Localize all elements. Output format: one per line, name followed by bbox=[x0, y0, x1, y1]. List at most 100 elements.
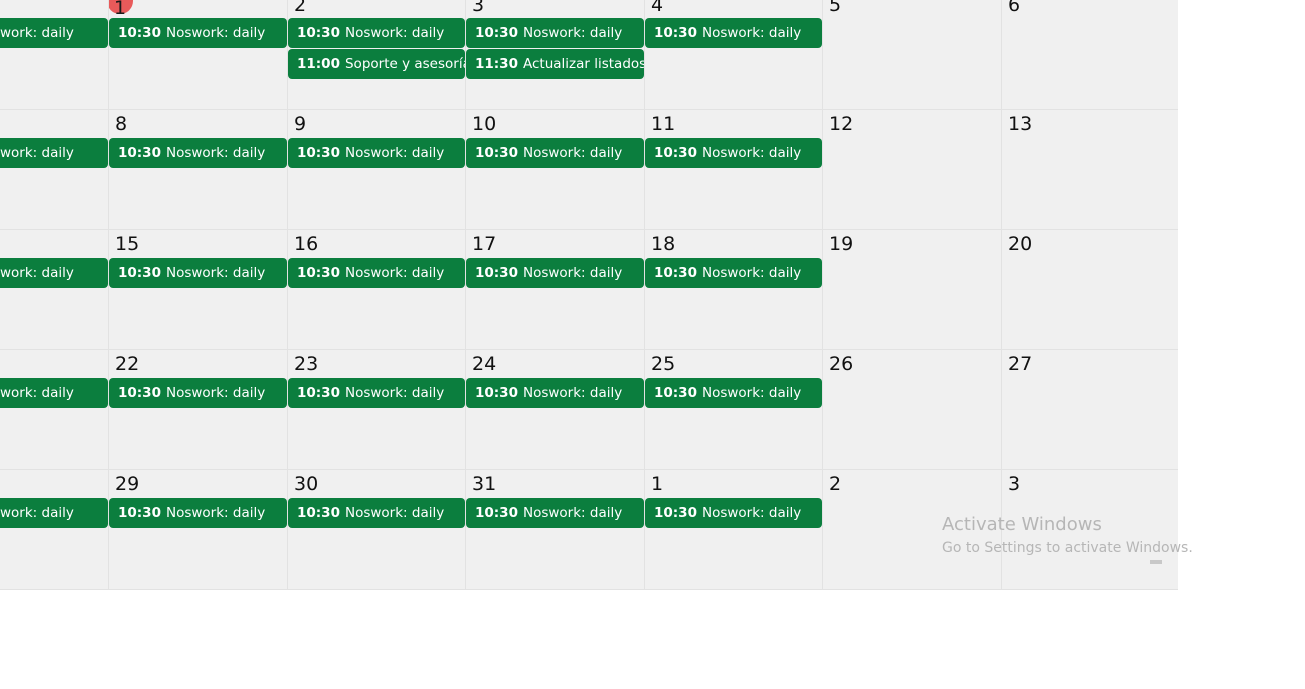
day-number[interactable]: 18 bbox=[651, 233, 675, 255]
day-number[interactable]: 8 bbox=[115, 113, 127, 135]
day-number[interactable]: 26 bbox=[829, 353, 853, 375]
day-cell[interactable]: 9 10:30 Noswork: daily bbox=[288, 110, 466, 230]
calendar-event[interactable]: 10:30 Noswork: daily bbox=[288, 258, 465, 288]
day-number[interactable]: 4 bbox=[651, 0, 663, 16]
calendar-event[interactable]: 10:30 Noswork: daily bbox=[466, 378, 644, 408]
calendar-event[interactable]: 11:00Soporte y asesoría a bbox=[288, 49, 465, 79]
day-cell[interactable]: 29 10:30 Noswork: daily bbox=[109, 470, 288, 590]
calendar-event[interactable]: work: daily bbox=[0, 498, 108, 528]
day-cell[interactable]: work: daily bbox=[0, 0, 109, 110]
day-cell[interactable]: 6 bbox=[1002, 0, 1178, 110]
day-cell[interactable]: 30 10:30 Noswork: daily bbox=[288, 470, 466, 590]
day-cell[interactable]: 10 10:30 Noswork: daily bbox=[466, 110, 645, 230]
event-title: Noswork: daily bbox=[344, 505, 445, 521]
day-number[interactable]: 5 bbox=[829, 0, 841, 16]
calendar-event[interactable]: 10:30 Noswork: daily bbox=[466, 138, 644, 168]
day-number[interactable]: 16 bbox=[294, 233, 318, 255]
day-cell[interactable]: 16 10:30 Noswork: daily bbox=[288, 230, 466, 350]
day-number[interactable]: 29 bbox=[115, 473, 139, 495]
day-cell[interactable]: 2 10:30 Noswork: daily 11:00 Soporte y aseso… bbox=[288, 0, 466, 110]
event-time: 10:30 bbox=[118, 25, 161, 41]
calendar-event[interactable]: 10:30 Noswork: daily bbox=[645, 378, 822, 408]
day-number[interactable]: 23 bbox=[294, 353, 318, 375]
day-number[interactable]: 10 bbox=[472, 113, 496, 135]
calendar-event[interactable]: 10:30 Noswork: daily bbox=[109, 498, 287, 528]
event-time: 10:30 bbox=[118, 265, 161, 281]
calendar-event[interactable]: 10:30 Noswork: daily bbox=[466, 258, 644, 288]
day-number[interactable]: 9 bbox=[294, 113, 306, 135]
today-badge[interactable]: 1 bbox=[109, 0, 133, 19]
day-cell[interactable]: work: daily bbox=[0, 230, 109, 350]
calendar-event[interactable]: 10:30 Noswork: daily bbox=[288, 138, 465, 168]
calendar-event[interactable]: 10:30 Noswork: daily bbox=[645, 18, 822, 48]
day-number[interactable]: 11 bbox=[651, 113, 675, 135]
day-cell[interactable]: 1 10:30 Noswork: daily bbox=[109, 0, 288, 110]
day-cell[interactable]: 8 10:30 Noswork: daily bbox=[109, 110, 288, 230]
day-number[interactable]: 24 bbox=[472, 353, 496, 375]
calendar-event[interactable]: work: daily bbox=[0, 138, 108, 168]
day-number[interactable]: 31 bbox=[472, 473, 496, 495]
calendar-event[interactable]: 10:30 Noswork: daily bbox=[109, 18, 287, 48]
day-cell[interactable]: 22 10:30 Noswork: daily bbox=[109, 350, 288, 470]
calendar-event[interactable]: 10:30 Noswork: daily bbox=[645, 498, 822, 528]
event-title: Noswork: daily bbox=[344, 25, 445, 41]
day-cell[interactable]: 12 bbox=[823, 110, 1002, 230]
day-cell[interactable]: 24 10:30 Noswork: daily bbox=[466, 350, 645, 470]
day-number[interactable]: 6 bbox=[1008, 0, 1020, 16]
day-number[interactable]: 20 bbox=[1008, 233, 1032, 255]
day-cell[interactable]: 18 10:30 Noswork: daily bbox=[645, 230, 823, 350]
event-time: 11:00 bbox=[297, 56, 340, 72]
day-number[interactable]: 3 bbox=[472, 0, 484, 16]
calendar-event[interactable]: 10:30 Noswork: daily bbox=[288, 18, 465, 48]
day-cell[interactable]: 26 bbox=[823, 350, 1002, 470]
day-number[interactable]: 30 bbox=[294, 473, 318, 495]
month-calendar-grid: work: daily 1 10:30 Noswork: daily 2 10:30 Nos… bbox=[0, 0, 1178, 590]
day-number[interactable]: 17 bbox=[472, 233, 496, 255]
calendar-event[interactable]: work: daily bbox=[0, 378, 108, 408]
day-cell[interactable]: 3 10:30 Noswork: daily 11:30 Actualizar list… bbox=[466, 0, 645, 110]
resize-handle[interactable] bbox=[1150, 560, 1162, 564]
calendar-event[interactable]: 10:30 Noswork: daily bbox=[109, 258, 287, 288]
day-number[interactable]: 2 bbox=[829, 473, 841, 495]
calendar-event[interactable]: 10:30 Noswork: daily bbox=[109, 378, 287, 408]
day-number[interactable]: 1 bbox=[651, 473, 663, 495]
day-cell[interactable]: 23 10:30 Noswork: daily bbox=[288, 350, 466, 470]
day-cell[interactable]: 31 10:30 Noswork: daily bbox=[466, 470, 645, 590]
day-number[interactable]: 25 bbox=[651, 353, 675, 375]
calendar-event[interactable]: work: daily bbox=[0, 258, 108, 288]
calendar-event[interactable]: 10:30 Noswork: daily bbox=[466, 498, 644, 528]
day-cell[interactable]: work: daily bbox=[0, 470, 109, 590]
calendar-event[interactable]: work: daily bbox=[0, 18, 108, 48]
day-number[interactable]: 19 bbox=[829, 233, 853, 255]
day-cell[interactable]: 13 bbox=[1002, 110, 1178, 230]
day-cell[interactable]: 15 10:30 Noswork: daily bbox=[109, 230, 288, 350]
day-cell[interactable]: 27 bbox=[1002, 350, 1178, 470]
day-cell[interactable]: 19 bbox=[823, 230, 1002, 350]
day-number[interactable]: 3 bbox=[1008, 473, 1020, 495]
day-cell[interactable]: 11 10:30 Noswork: daily bbox=[645, 110, 823, 230]
calendar-event[interactable]: 10:30 Noswork: daily bbox=[109, 138, 287, 168]
day-cell[interactable]: work: daily bbox=[0, 110, 109, 230]
day-number[interactable]: 2 bbox=[294, 0, 306, 16]
calendar-event[interactable]: 10:30 Noswork: daily bbox=[645, 138, 822, 168]
day-number[interactable]: 12 bbox=[829, 113, 853, 135]
day-cell[interactable]: work: daily bbox=[0, 350, 109, 470]
day-cell[interactable]: 5 bbox=[823, 0, 1002, 110]
day-cell[interactable]: 20 bbox=[1002, 230, 1178, 350]
calendar-event[interactable]: 10:30 Noswork: daily bbox=[466, 18, 644, 48]
calendar-event[interactable]: 10:30 Noswork: daily bbox=[288, 498, 465, 528]
day-cell[interactable]: 4 10:30 Noswork: daily bbox=[645, 0, 823, 110]
calendar-event[interactable]: 10:30 Noswork: daily bbox=[288, 378, 465, 408]
day-number[interactable]: 15 bbox=[115, 233, 139, 255]
event-time: 11:30 bbox=[475, 56, 518, 72]
day-number[interactable]: 22 bbox=[115, 353, 139, 375]
day-cell[interactable]: 17 10:30 Noswork: daily bbox=[466, 230, 645, 350]
event-time: 10:30 bbox=[654, 265, 697, 281]
event-time: 10:30 bbox=[297, 265, 340, 281]
day-number[interactable]: 27 bbox=[1008, 353, 1032, 375]
calendar-event[interactable]: 11:30Actualizar listados d bbox=[466, 49, 644, 79]
day-cell[interactable]: 25 10:30 Noswork: daily bbox=[645, 350, 823, 470]
day-number[interactable]: 13 bbox=[1008, 113, 1032, 135]
calendar-event[interactable]: 10:30 Noswork: daily bbox=[645, 258, 822, 288]
day-cell[interactable]: 1 10:30 Noswork: daily bbox=[645, 470, 823, 590]
